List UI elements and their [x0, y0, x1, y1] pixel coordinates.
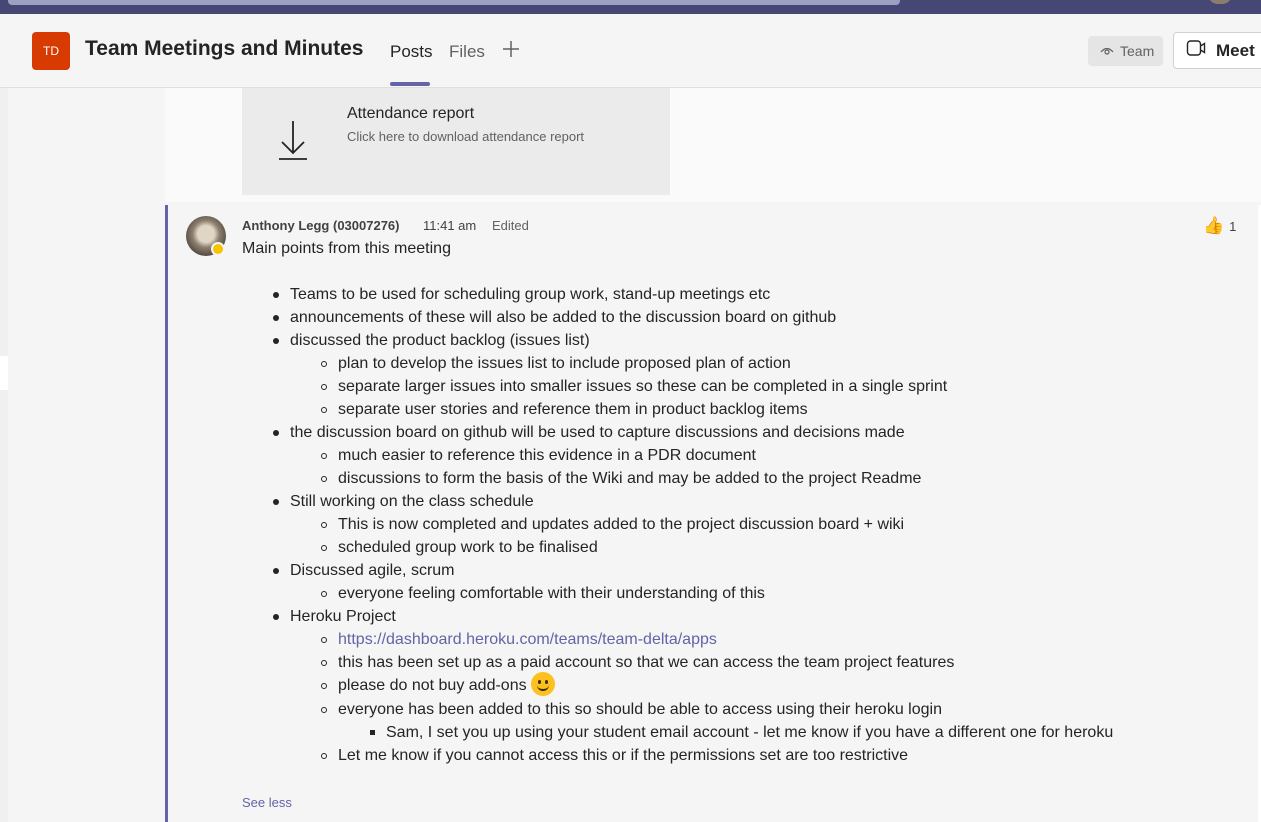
attendance-report-subtitle: Click here to download attendance report — [347, 129, 585, 144]
list-item: Let me know if you cannot access this or… — [242, 744, 1242, 767]
heroku-link[interactable]: https://dashboard.heroku.com/teams/team-… — [338, 631, 717, 648]
list-item: scheduled group work to be finalised — [242, 536, 1242, 559]
list-item: plan to develop the issues list to inclu… — [242, 352, 1242, 375]
list-item: this has been set up as a paid account s… — [242, 651, 1242, 674]
see-less-link[interactable]: See less — [242, 795, 292, 810]
list-item: Sam, I set you up using your student ema… — [242, 721, 1242, 744]
away-status-icon — [211, 242, 225, 256]
list-item: separate user stories and reference them… — [242, 398, 1242, 421]
list-item: Still working on the class schedule — [242, 490, 1242, 513]
list-item: separate larger issues into smaller issu… — [242, 375, 1242, 398]
list-item: Discussed agile, scrum — [242, 559, 1242, 582]
search-bar[interactable] — [8, 0, 900, 5]
list-item: please do not buy add-ons — [242, 672, 1242, 698]
add-tab-icon[interactable] — [501, 37, 521, 61]
video-camera-icon — [1186, 38, 1216, 63]
app-top-bar — [0, 0, 1261, 14]
download-icon — [278, 120, 308, 165]
team-button-label: Team — [1120, 43, 1155, 59]
message-intro: Main points from this meeting — [242, 240, 451, 257]
list-item: everyone has been added to this so shoul… — [242, 698, 1242, 721]
attendance-report-card[interactable]: Attendance report Click here to download… — [242, 88, 670, 195]
user-avatar[interactable] — [1208, 0, 1232, 4]
tab-files[interactable]: Files — [449, 42, 485, 62]
thumbs-up-icon: 👍 — [1203, 216, 1225, 235]
list-item: announcements of these will also be adde… — [242, 306, 1242, 329]
message-body: Main points from this meeting Teams to b… — [242, 237, 1242, 767]
rail-marker — [0, 356, 8, 390]
tab-posts[interactable]: Posts — [390, 42, 433, 62]
message-reply: Anthony Legg (03007276) 11:41 am Edited … — [165, 205, 1258, 822]
edited-label: Edited — [492, 218, 529, 233]
reaction-count: 1 — [1229, 218, 1237, 234]
list-item: discussed the product backlog (issues li… — [242, 329, 1242, 352]
list-item: much easier to reference this evidence i… — [242, 444, 1242, 467]
list-item: This is now completed and updates added … — [242, 513, 1242, 536]
meet-button-label: Meet — [1216, 40, 1255, 60]
team-name: Team Meetings and Minutes — [85, 37, 364, 60]
list-item: the discussion board on github will be u… — [242, 421, 1242, 444]
attendance-report-title: Attendance report — [347, 105, 475, 122]
list-item: Heroku Project — [242, 605, 1242, 628]
active-tab-indicator — [390, 82, 430, 86]
message-time: 11:41 am — [423, 218, 477, 233]
team-logo[interactable]: TD — [32, 32, 70, 70]
left-rail — [0, 88, 8, 822]
list-item: everyone feeling comfortable with their … — [242, 582, 1242, 605]
list-item: discussions to form the basis of the Wik… — [242, 467, 1242, 490]
team-button[interactable]: Team — [1088, 36, 1163, 66]
channel-header: TD Team Meetings and Minutes Posts Files… — [0, 14, 1261, 88]
like-reaction[interactable]: 👍 1 — [1203, 216, 1236, 236]
eye-icon — [1100, 43, 1120, 59]
meet-button[interactable]: Meet — [1173, 32, 1261, 69]
smiley-icon — [530, 672, 555, 696]
author-name[interactable]: Anthony Legg (03007276) — [242, 218, 400, 233]
list-item: Teams to be used for scheduling group wo… — [242, 283, 1242, 306]
list-item: https://dashboard.heroku.com/teams/team-… — [242, 628, 1242, 651]
